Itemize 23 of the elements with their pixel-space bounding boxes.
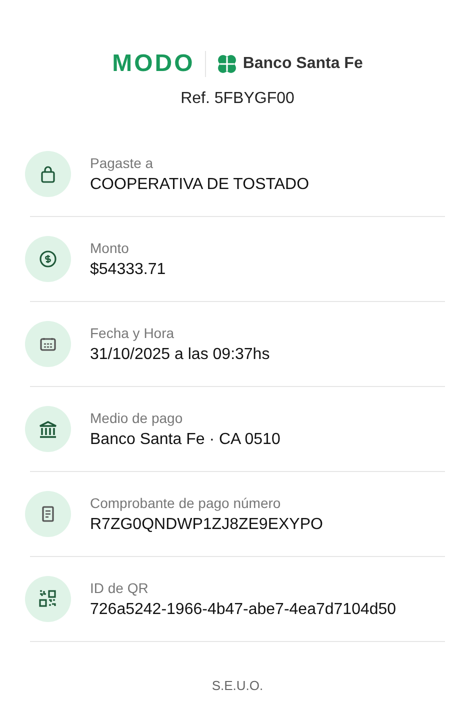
clover-icon [216, 53, 238, 75]
reference-number: Ref. 5FBYGF00 [180, 90, 294, 108]
detail-label: Monto [90, 240, 130, 256]
calendar-icon [40, 337, 56, 351]
detail-value: COOPERATIVA DE TOSTADO [90, 176, 310, 194]
detail-label: ID de QR [90, 580, 150, 596]
detail-label: Comprobante de pago número [90, 494, 282, 510]
bank-name: Banco Santa Fe [242, 55, 363, 73]
detail-value: R7ZG0QNDWP1ZJ8ZE9EXYPO [90, 516, 323, 534]
bank-icon [39, 420, 57, 438]
brand-logo: MODO [112, 50, 195, 78]
bag-icon [40, 165, 56, 183]
document-icon [42, 506, 54, 522]
detail-value: $54333.71 [90, 260, 166, 278]
detail-value: Banco Santa Fe · CA 0510 [90, 430, 280, 448]
detail-label: Medio de pago [90, 410, 184, 426]
detail-label: Pagaste a [90, 154, 154, 170]
detail-value: 726a5242-1966-4b47-abe7-4ea7d7104d50 [90, 600, 396, 618]
dollar-icon [39, 250, 57, 268]
disclaimer-text: S.E.U.O. [212, 678, 264, 693]
qr-code-icon [39, 590, 57, 608]
detail-label: Fecha y Hora [90, 324, 176, 340]
detail-value: 31/10/2025 a las 09:37hs [90, 346, 270, 364]
